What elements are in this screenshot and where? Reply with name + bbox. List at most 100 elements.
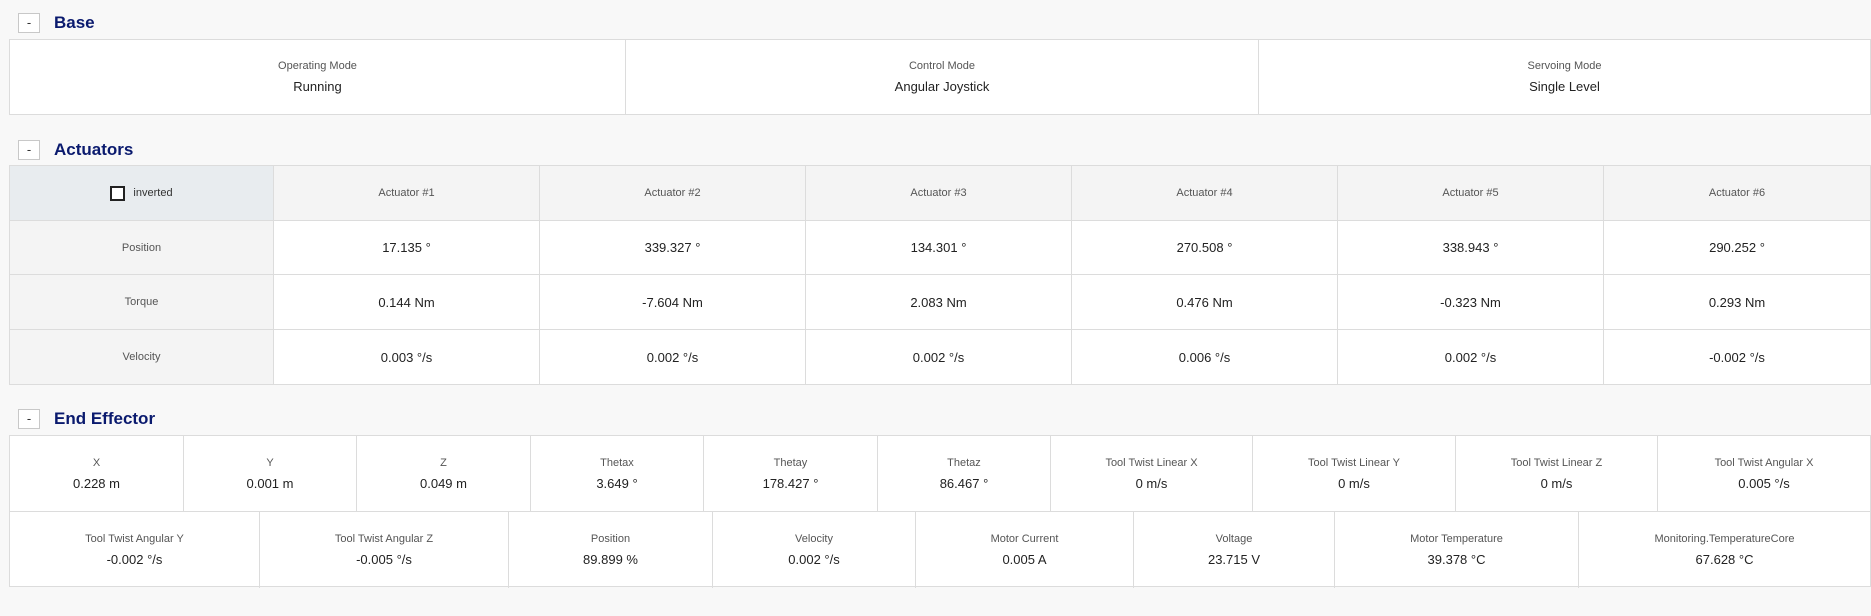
ee-angular-y-cell: Tool Twist Angular Y -0.002 °/s: [10, 512, 260, 588]
base-section-header: - Base: [18, 12, 95, 34]
servoing-mode-cell: Servoing Mode Single Level: [1259, 40, 1870, 114]
position-row-label: Position: [10, 221, 274, 275]
torque-value-5: -0.323 Nm: [1338, 275, 1604, 330]
velocity-value-3: 0.002 °/s: [806, 330, 1072, 384]
torque-value-6: 0.293 Nm: [1604, 275, 1870, 330]
torque-value-4: 0.476 Nm: [1072, 275, 1338, 330]
torque-value-3: 2.083 Nm: [806, 275, 1072, 330]
ee-angular-z-label: Tool Twist Angular Z: [334, 533, 434, 545]
ee-thetaz-value: 86.467 °: [939, 475, 989, 491]
ee-y-cell: Y 0.001 m: [184, 436, 357, 511]
ee-linear-z-value: 0 m/s: [1540, 475, 1573, 491]
inverted-checkbox[interactable]: [110, 185, 126, 201]
base-collapse-button[interactable]: -: [18, 13, 40, 33]
end-effector-section-title: End Effector: [54, 409, 156, 428]
ee-linear-z-label: Tool Twist Linear Z: [1510, 456, 1603, 469]
torque-value-2: -7.604 Nm: [540, 275, 806, 330]
ee-z-cell: Z 0.049 m: [357, 436, 531, 511]
torque-row-label: Torque: [10, 275, 274, 330]
servoing-mode-label: Servoing Mode: [1527, 60, 1602, 72]
ee-angular-z-value: -0.005 °/s: [356, 552, 412, 567]
velocity-value-4: 0.006 °/s: [1072, 330, 1338, 384]
ee-linear-x-label: Tool Twist Linear X: [1105, 456, 1198, 469]
actuators-section-header: - Actuators: [18, 139, 133, 161]
actuator-2-header: Actuator #2: [540, 166, 806, 221]
position-value-6: 290.252 °: [1604, 221, 1870, 275]
position-value-3: 134.301 °: [806, 221, 1072, 275]
actuator-6-header: Actuator #6: [1604, 166, 1870, 221]
operating-mode-value: Running: [293, 79, 342, 94]
actuator-5-header: Actuator #5: [1338, 166, 1604, 221]
inverted-toggle[interactable]: inverted: [10, 166, 274, 221]
ee-z-label: Z: [440, 456, 447, 469]
ee-voltage-value: 23.715 V: [1207, 552, 1261, 567]
torque-value-1: 0.144 Nm: [274, 275, 540, 330]
ee-motor-current-cell: Motor Current 0.005 A: [916, 512, 1134, 588]
base-section-title: Base: [54, 13, 95, 32]
ee-linear-y-label: Tool Twist Linear Y: [1308, 456, 1400, 469]
velocity-value-2: 0.002 °/s: [540, 330, 806, 384]
ee-temperature-core-value: 67.628 °C: [1695, 552, 1754, 567]
ee-y-value: 0.001 m: [246, 475, 294, 491]
ee-velocity-value: 0.002 °/s: [788, 552, 840, 567]
ee-thetax-cell: Thetax 3.649 °: [531, 436, 704, 511]
ee-voltage-cell: Voltage 23.715 V: [1134, 512, 1335, 588]
actuators-table: inverted Actuator #1 Actuator #2 Actuato…: [9, 165, 1871, 385]
ee-velocity-cell: Velocity 0.002 °/s: [713, 512, 916, 588]
end-effector-section-header: - End Effector: [18, 408, 155, 430]
ee-linear-y-cell: Tool Twist Linear Y 0 m/s: [1253, 436, 1456, 511]
ee-thetay-value: 178.427 °: [762, 475, 819, 491]
actuator-3-header: Actuator #3: [806, 166, 1072, 221]
ee-position-cell: Position 89.899 %: [509, 512, 713, 588]
ee-angular-y-value: -0.002 °/s: [106, 552, 163, 567]
ee-x-value: 0.228 m: [73, 475, 120, 491]
ee-x-cell: X 0.228 m: [10, 436, 184, 511]
control-mode-cell: Control Mode Angular Joystick: [626, 40, 1259, 114]
actuator-1-header: Actuator #1: [274, 166, 540, 221]
ee-position-label: Position: [590, 533, 631, 545]
ee-angular-y-label: Tool Twist Angular Y: [85, 533, 184, 545]
ee-temperature-core-label: Monitoring.TemperatureCore: [1654, 533, 1795, 545]
position-value-2: 339.327 °: [540, 221, 806, 275]
ee-motor-current-value: 0.005 A: [1002, 552, 1047, 567]
ee-thetax-label: Thetax: [600, 456, 634, 469]
end-effector-row-2: Tool Twist Angular Y -0.002 °/s Tool Twi…: [10, 512, 1870, 588]
velocity-value-5: 0.002 °/s: [1338, 330, 1604, 384]
ee-position-value: 89.899 %: [583, 552, 638, 567]
ee-velocity-label: Velocity: [795, 533, 833, 545]
ee-x-label: X: [92, 456, 101, 469]
ee-linear-y-value: 0 m/s: [1338, 475, 1370, 491]
actuator-4-header: Actuator #4: [1072, 166, 1338, 221]
ee-angular-z-cell: Tool Twist Angular Z -0.005 °/s: [260, 512, 509, 588]
end-effector-row-1: X 0.228 m Y 0.001 m Z 0.049 m Thetax 3.6…: [10, 436, 1870, 512]
ee-thetay-cell: Thetay 178.427 °: [704, 436, 878, 511]
actuators-section-title: Actuators: [54, 140, 134, 159]
operating-mode-cell: Operating Mode Running: [10, 40, 626, 114]
base-panel: Operating Mode Running Control Mode Angu…: [9, 39, 1871, 115]
servoing-mode-value: Single Level: [1529, 79, 1600, 94]
ee-thetay-label: Thetay: [773, 456, 808, 469]
ee-linear-z-cell: Tool Twist Linear Z 0 m/s: [1456, 436, 1658, 511]
ee-linear-x-cell: Tool Twist Linear X 0 m/s: [1051, 436, 1253, 511]
velocity-row-label: Velocity: [10, 330, 274, 384]
ee-motor-temperature-value: 39.378 °C: [1427, 552, 1486, 567]
ee-thetaz-label: Thetaz: [947, 456, 981, 469]
end-effector-panel: X 0.228 m Y 0.001 m Z 0.049 m Thetax 3.6…: [9, 435, 1871, 588]
ee-angular-x-value: 0.005 °/s: [1738, 475, 1790, 491]
ee-z-value: 0.049 m: [420, 475, 467, 491]
ee-angular-x-cell: Tool Twist Angular X 0.005 °/s: [1658, 436, 1870, 511]
end-effector-collapse-button[interactable]: -: [18, 409, 40, 429]
ee-motor-current-label: Motor Current: [990, 533, 1059, 545]
control-mode-label: Control Mode: [908, 60, 976, 72]
ee-voltage-label: Voltage: [1215, 533, 1253, 545]
control-mode-value: Angular Joystick: [894, 79, 990, 94]
ee-temperature-core-cell: Monitoring.TemperatureCore 67.628 °C: [1579, 512, 1870, 588]
operating-mode-label: Operating Mode: [278, 60, 357, 72]
actuators-collapse-button[interactable]: -: [18, 140, 40, 160]
ee-motor-temperature-label: Motor Temperature: [1410, 533, 1503, 545]
ee-linear-x-value: 0 m/s: [1135, 475, 1168, 491]
velocity-value-6: -0.002 °/s: [1709, 349, 1765, 365]
position-value-4: 270.508 °: [1072, 221, 1338, 275]
inverted-label: inverted: [133, 187, 173, 199]
velocity-value-1: 0.003 °/s: [274, 330, 540, 384]
